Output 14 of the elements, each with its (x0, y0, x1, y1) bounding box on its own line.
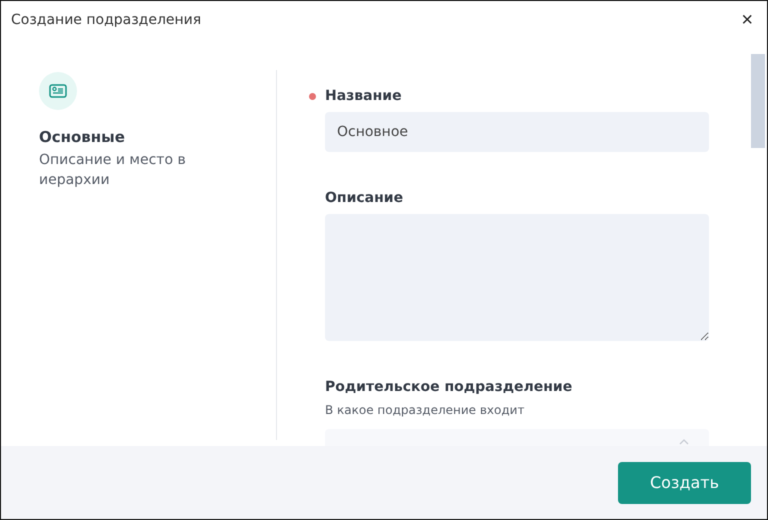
field-label: Родительское подразделение (325, 379, 572, 395)
field-label: Название (325, 88, 402, 104)
scrollbar-thumb[interactable] (751, 54, 765, 148)
window-title: Создание подразделения (11, 12, 202, 28)
id-card-icon (49, 84, 67, 98)
create-button[interactable]: Создать (618, 462, 751, 504)
field-label: Описание (325, 190, 404, 206)
section-description: Описание и место в иерархии (39, 151, 187, 190)
field-hint: В какое подразделение входит (325, 403, 526, 417)
close-button[interactable]: × (737, 10, 757, 30)
name-field[interactable]: Основное (325, 112, 709, 152)
section-title: Основные (39, 128, 126, 146)
description-field[interactable] (325, 214, 709, 341)
caret-icon (679, 439, 689, 445)
